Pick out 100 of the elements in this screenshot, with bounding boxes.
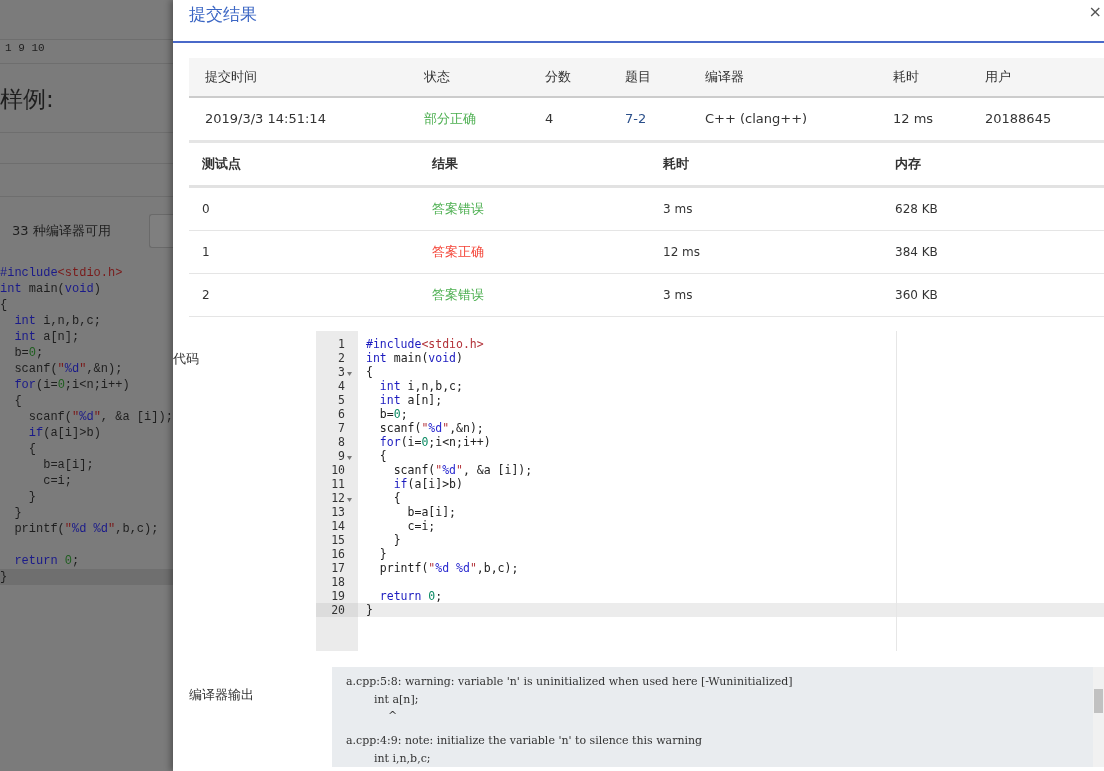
code-line: int a[n]; [378,393,443,407]
code-line: { [27,441,37,457]
code-line: b=a[i]; [42,457,95,473]
table-cell-text: 628 KB [895,201,939,218]
column-header: 结果 [432,155,459,174]
line-number: 19 [331,589,345,603]
column-header: 耗时 [663,155,690,174]
code-line: int a[n]; [13,329,81,345]
line-number: 16 [331,547,345,561]
table-cell-text: 4 [545,110,555,129]
line-number: 5 [338,393,345,407]
code-line: c=i; [42,473,73,489]
table-cell-text: 3 ms [663,201,694,218]
code-line: { [0,297,9,313]
table-cell-text: C++ (clang++) [705,110,809,129]
compiler-count-text: 33 种编译器可用 [12,222,111,241]
section-heading: 样例: [0,86,54,112]
table-cell-text: 12 ms [663,244,702,261]
column-header: 用户 [985,68,1012,87]
code-line: } [27,489,37,505]
line-number: 9 [338,449,345,463]
line-number: 3 [338,365,345,379]
code-line: c=i; [406,519,436,533]
output-line: a.cpp:5:8: warning: variable 'n' is uninitialized when used here [-Wuninitialized] [346,674,794,690]
code-line: int i,n,b,c; [13,313,102,329]
line-number: 14 [331,519,345,533]
problem-link[interactable]: 7-2 [625,111,647,127]
code-line: { [378,449,387,463]
column-header: 编译器 [705,68,745,87]
line-number: 4 [338,379,345,393]
column-header: 测试点 [202,155,242,174]
code-line: int main(void) [366,351,463,365]
code-line: b=0; [13,345,45,361]
code-line: return 0; [13,553,81,569]
result-text: 答案错误 [432,201,484,217]
line-number: 18 [331,575,345,589]
code-line: return 0; [378,589,443,603]
column-header: 提交时间 [205,68,258,87]
table-cell-text: 2019/3/3 14:51:14 [205,110,327,129]
close-button[interactable]: × [1086,2,1104,22]
caret-icon[interactable] [347,456,352,460]
dialog-title: 提交结果 [189,3,257,26]
result-text: 答案错误 [432,287,484,303]
line-number: 15 [331,533,345,547]
code-line: #include<stdio.h> [366,337,484,351]
output-line: a.cpp:4:9: note: initialize the variable 'n' to silence this warning [346,733,704,749]
code-line: int i,n,b,c; [378,379,463,393]
table-cell-text: 12 ms [893,110,935,129]
line-number: 17 [331,561,345,575]
scrollbar[interactable] [1093,667,1104,767]
output-line: int a[n]; [372,692,420,708]
line-number: 1 [338,337,345,351]
sample-output-text: 1 9 10 [5,42,45,54]
table-cell-text: 360 KB [895,287,939,304]
code-line: b=0; [378,407,408,421]
code-line: scanf("%d",&n); [13,361,124,377]
output-line: int i,n,b,c; [372,751,432,767]
table-cell-text: 20188645 [985,110,1053,129]
table-cell-text: 384 KB [895,244,939,261]
column-header: 耗时 [893,68,920,87]
code-line: { [13,393,23,409]
code-line: } [378,547,387,561]
line-number: 11 [331,477,345,491]
result-text: 答案正确 [432,244,484,260]
line-number: 10 [331,463,345,477]
code-line: { [366,365,373,379]
code-line: scanf("%d",&n); [378,421,484,435]
column-header: 状态 [424,68,451,87]
line-number: 13 [331,505,345,519]
field-label: 代码 [173,351,199,366]
code-line: scanf("%d", &a [i]); [392,463,533,477]
code-line: for(i=0;i<n;i++) [378,435,491,449]
column-header: 内存 [895,155,922,174]
code-line: } [13,505,23,521]
caret-icon[interactable] [347,372,352,376]
line-number: 6 [338,407,345,421]
table-cell-text: 2 [202,287,211,304]
line-number: 12 [331,491,345,505]
output-line: ^ [386,709,399,722]
code-line: scanf("%d", &a [i]); [27,409,173,425]
code-line: printf("%d %d",b,c); [13,521,160,537]
field-label: 编译器输出 [189,687,254,702]
code-line: } [392,533,401,547]
line-number: 8 [338,435,345,449]
code-line: printf("%d %d",b,c); [378,561,519,575]
table-cell-text: 0 [202,201,211,218]
column-header: 分数 [545,68,572,87]
code-line: if(a[i]>b) [392,477,463,491]
code-line: for(i=0;i<n;i++) [13,377,131,393]
code-line: { [392,491,401,505]
code-line: #include<stdio.h> [0,265,124,281]
line-number: 20 [331,603,345,617]
table-cell-text: 3 ms [663,287,694,304]
code-line: b=a[i]; [406,505,456,519]
caret-icon[interactable] [347,498,352,502]
line-number: 7 [338,421,345,435]
status-text: 部分正确 [424,111,476,127]
line-number: 2 [338,351,345,365]
column-header: 题目 [625,68,652,87]
code-line: if(a[i]>b) [27,425,102,441]
